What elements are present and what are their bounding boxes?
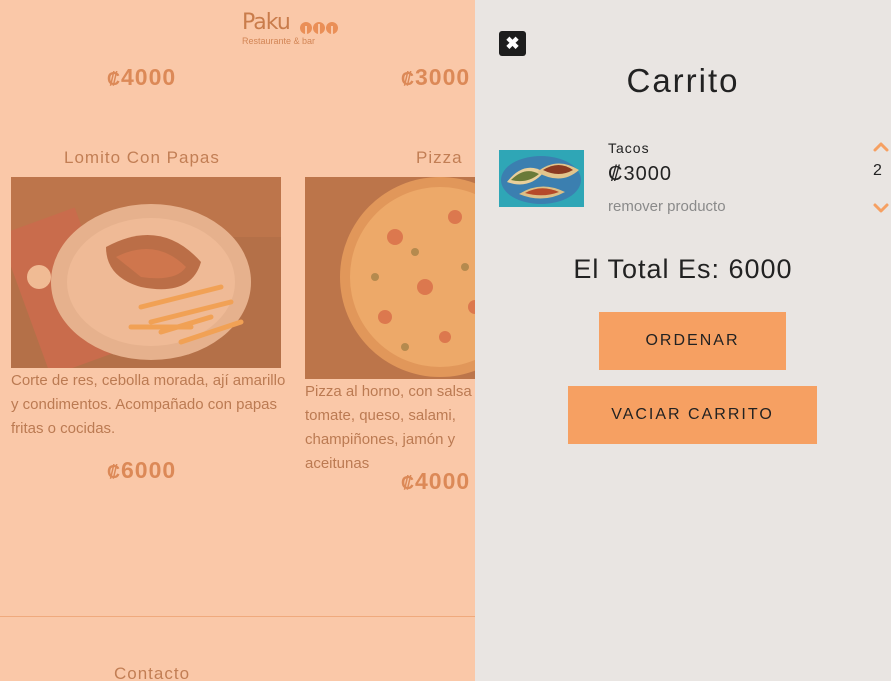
clear-cart-button[interactable]: VACIAR CARRITO (568, 386, 817, 444)
cart-title: Carrito (626, 62, 740, 99)
logo[interactable]: Paku Restaurante & bar (242, 10, 342, 50)
remove-item-link[interactable]: remover producto (608, 198, 726, 215)
product-price: ₡3000 (401, 64, 471, 90)
cart-total: El Total Es: 6000 (573, 254, 793, 284)
logo-tagline: Restaurante & bar (242, 36, 316, 46)
product-price: ₡6000 (107, 457, 177, 483)
footer-contact-heading: Contacto (114, 664, 191, 681)
product-title: Pizza (416, 148, 463, 167)
chevron-up-icon[interactable] (871, 138, 891, 154)
cart-item-image (499, 150, 584, 207)
cart-item-price: ₡3000 (608, 163, 672, 185)
close-icon[interactable]: ✖ (499, 31, 526, 56)
cart-item-name: Tacos (608, 140, 650, 156)
product-price: ₡4000 (401, 468, 471, 494)
cart-item: Tacos ₡3000 remover producto 2 (499, 138, 891, 228)
cart-drawer: ✖ Carrito Tacos ₡3000 remover producto 2 (475, 0, 891, 681)
cart-item-quantity: 2 (873, 162, 882, 179)
lomito-image[interactable] (11, 177, 281, 368)
order-button[interactable]: ORDENAR (599, 312, 786, 370)
chevron-down-icon[interactable] (871, 201, 891, 217)
logo-utensils-icon (300, 22, 338, 38)
product-price: ₡4000 (107, 64, 177, 90)
logo-name: Paku (242, 10, 291, 35)
product-title: Lomito Con Papas (64, 148, 220, 167)
product-description: Corte de res, cebolla morada, ají amaril… (11, 372, 286, 437)
